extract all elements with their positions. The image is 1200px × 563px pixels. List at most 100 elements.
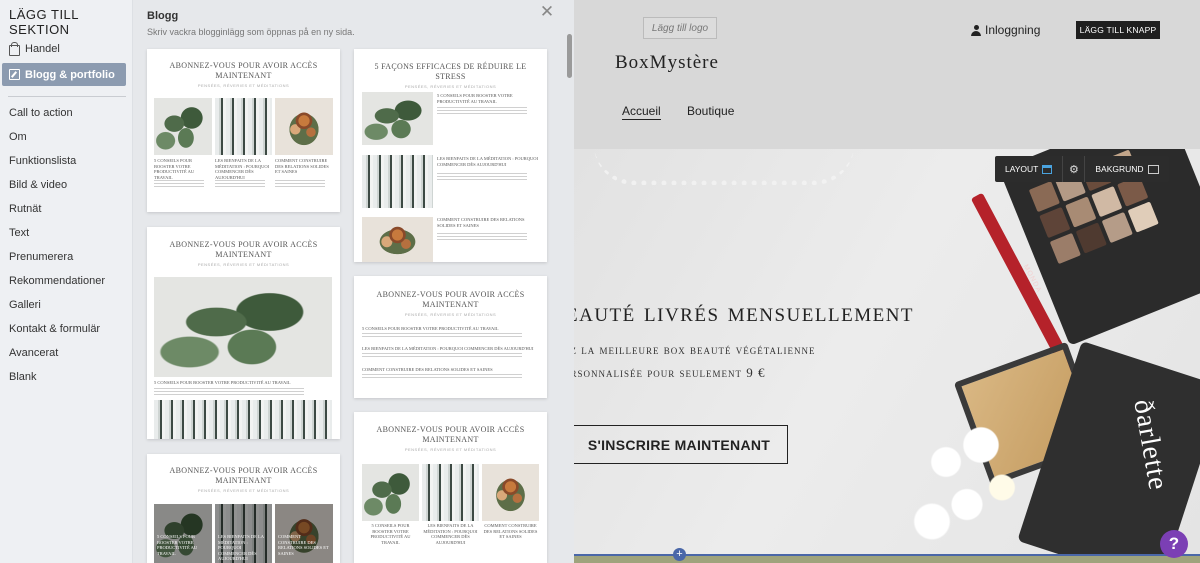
sidebar-item-call-to-action[interactable]: Call to action [9, 107, 73, 119]
template-title: 5 façons efficaces de réduire le stress [374, 62, 527, 81]
blog-template-card-1[interactable]: Abonnez-vous pour avoir accès maintenant… [147, 49, 340, 212]
post-caption: 5 conseils pour booster votre productivi… [157, 534, 198, 556]
sidebar-item-funktionslista[interactable]: Funktionslista [9, 155, 76, 167]
post-caption: Les bienfaits de la méditation : pourquo… [362, 346, 534, 351]
blog-image-flower [362, 217, 433, 262]
layout-icon [1042, 164, 1053, 174]
nav-boutique[interactable]: Boutique [687, 104, 734, 118]
edit-icon [9, 69, 20, 80]
post-excerpt-lines [275, 180, 325, 188]
post-caption: Comment construire des relations solides… [362, 367, 493, 372]
panel-scrollbar[interactable] [567, 34, 572, 78]
sidebar-item-om[interactable]: Om [9, 131, 27, 143]
sidebar-item-text[interactable]: Text [9, 227, 29, 239]
site-preview: Lägg till logo Inloggning LÄGG TILL KNAP… [574, 0, 1200, 563]
template-subtitle: Pensées, réveries et méditations [404, 447, 497, 452]
sidebar-item-label: Blogg & portfolio [25, 68, 115, 81]
post-caption: 5 conseils pour booster votre productivi… [154, 158, 195, 180]
template-subtitle: Pensées, réveries et méditations [197, 488, 290, 493]
user-icon [971, 24, 981, 36]
layout-button[interactable]: LAYOUT [995, 156, 1064, 182]
post-caption: 5 conseils pour booster votre productivi… [437, 93, 513, 104]
blog-template-card-5[interactable]: Abonnez-vous pour avoir accès maintenant… [147, 454, 340, 563]
blog-image-plant [362, 464, 419, 521]
template-title: Abonnez-vous pour avoir accès maintenant [169, 466, 318, 485]
login-label: Inloggning [985, 23, 1041, 37]
post-excerpt-lines [437, 107, 527, 115]
blog-image-cafe [215, 98, 272, 155]
sidebar-item-kontakt-formular[interactable]: Kontakt & formulär [9, 323, 100, 335]
post-caption: 5 conseils pour booster votre productivi… [370, 523, 411, 545]
template-title: Abonnez-vous pour avoir accès maintenant [169, 61, 318, 80]
add-section-plus-icon[interactable]: + [673, 548, 686, 561]
template-panel: Blogg Skriv vackra blogginlägg som öppna… [133, 0, 574, 563]
post-excerpt-lines [362, 353, 522, 357]
sidebar-item-label: Galleri [9, 299, 41, 311]
nav-accueil[interactable]: Accueil [622, 104, 661, 120]
sidebar-item-blogg-portfolio[interactable]: Blogg & portfolio [2, 63, 126, 86]
section-sidebar: LÄGG TILL SEKTION Handel Blogg & portfol… [0, 0, 133, 563]
sidebar-item-label: Rutnät [9, 203, 42, 215]
sidebar-item-label: Rekommendationer [9, 275, 105, 287]
add-logo-placeholder[interactable]: Lägg till logo [643, 17, 717, 39]
sidebar-item-label: Call to action [9, 107, 73, 119]
sidebar-item-avancerat[interactable]: Avancerat [9, 347, 58, 359]
sidebar-item-galleri[interactable]: Galleri [9, 299, 41, 311]
site-brand: BoxMystère [615, 52, 719, 73]
post-caption: Les bienfaits de la méditation : pourquo… [423, 523, 478, 545]
background-button[interactable]: BAKGRUND [1085, 156, 1168, 182]
post-caption: Comment construire des relations solides… [483, 523, 538, 539]
blog-image-plant [154, 277, 332, 377]
blog-image-plant [362, 92, 433, 145]
blog-template-card-3[interactable]: Abonnez-vous pour avoir accès maintenant… [147, 227, 340, 439]
template-title: Abonnez-vous pour avoir accès maintenant [169, 240, 318, 259]
template-subtitle: Pensées, réveries et méditations [404, 312, 497, 317]
gear-icon[interactable]: ⚙ [1063, 156, 1086, 182]
sidebar-item-label: Text [9, 227, 30, 239]
sidebar-item-label: Funktionslista [9, 155, 77, 167]
template-subtitle: Pensées, réveries et méditations [197, 83, 290, 88]
next-section-strip [574, 556, 1200, 563]
blog-image-plant [154, 98, 212, 155]
pearl-necklace-decoration [594, 149, 854, 185]
sidebar-item-label: Blank [9, 371, 37, 383]
sidebar-item-prenumerera[interactable]: Prenumerera [9, 251, 73, 263]
hero-section: MONDA ðarlette eauté livrés mensuellemen… [574, 149, 1200, 563]
template-title: Abonnez-vous pour avoir accès maintenant [376, 425, 525, 444]
blog-template-card-2[interactable]: 5 façons efficaces de réduire le stress … [354, 49, 547, 262]
sidebar-item-rekommendationer[interactable]: Rekommendationer [9, 275, 105, 287]
post-caption: Les bienfaits de la méditation : pourquo… [215, 158, 270, 180]
login-link[interactable]: Inloggning [971, 23, 1040, 37]
blog-image-cafe [362, 155, 433, 208]
sidebar-item-blank[interactable]: Blank [9, 371, 37, 383]
close-icon[interactable]: ✕ [539, 3, 555, 20]
image-icon [1147, 164, 1159, 174]
sidebar-item-rutnat[interactable]: Rutnät [9, 203, 41, 215]
template-title: Abonnez-vous pour avoir accès maintenant [376, 290, 525, 309]
hero-heading: eauté livrés mensuellement [574, 297, 915, 327]
add-button[interactable]: LÄGG TILL KNAPP [1076, 21, 1160, 39]
post-excerpt-lines [362, 374, 522, 378]
sidebar-item-handel[interactable]: Handel [9, 42, 60, 56]
hero-subtitle-2: ersonnalisée pour seulement 9 € [574, 365, 766, 380]
template-subtitle: Pensées, réveries et méditations [197, 262, 290, 267]
help-button[interactable]: ? [1160, 530, 1188, 558]
panel-description: Skriv vackra blogginlägg som öppnas på e… [147, 27, 355, 37]
sidebar-divider [8, 96, 126, 97]
post-caption: 5 conseils pour booster votre productivi… [362, 326, 499, 331]
post-caption: Les bienfaits de la méditation : pourquo… [218, 534, 264, 561]
layout-label: LAYOUT [1005, 164, 1039, 174]
post-caption: Comment construire des relations solides… [437, 217, 525, 228]
blog-template-card-4[interactable]: Abonnez-vous pour avoir accès maintenant… [354, 276, 547, 398]
blog-template-card-6[interactable]: Abonnez-vous pour avoir accès maintenant… [354, 412, 547, 563]
post-excerpt-lines [215, 180, 265, 188]
sidebar-item-label: Prenumerera [9, 251, 74, 263]
sidebar-item-bild-video[interactable]: Bild & video [9, 179, 67, 191]
shopping-bag-icon [9, 42, 20, 56]
post-excerpt-lines [154, 388, 304, 396]
background-label: BAKGRUND [1095, 164, 1144, 174]
post-excerpt-lines [437, 233, 527, 241]
sidebar-item-label: Kontakt & formulär [9, 323, 101, 335]
white-flowers-decoration [904, 394, 1044, 563]
subscribe-now-button[interactable]: S'INSCRIRE MAINTENANT [574, 425, 788, 464]
